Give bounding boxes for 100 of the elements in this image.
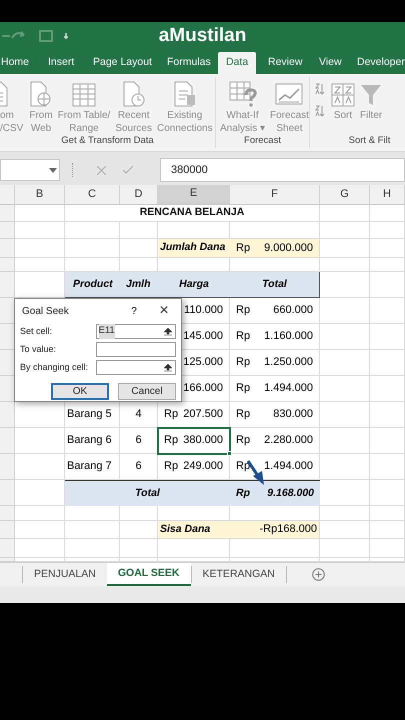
column-header[interactable]: B <box>15 185 65 204</box>
column-header[interactable]: E <box>158 185 230 204</box>
row-header[interactable] <box>0 350 15 376</box>
help-button[interactable]: ? <box>126 304 142 318</box>
collapse-dialog-icon[interactable] <box>163 363 173 372</box>
row-header[interactable] <box>0 428 15 454</box>
ribbon-tab[interactable]: Developer <box>349 52 405 74</box>
empty-cell <box>320 539 370 558</box>
empty-cell <box>320 506 370 521</box>
formula-input[interactable]: 380000 <box>160 158 405 182</box>
row-header[interactable] <box>0 402 15 428</box>
table-cell-text: -Rp168.000 <box>260 522 317 538</box>
table-cell-text: Barang 6 <box>67 433 112 448</box>
table-cell-text: 1.494.000 <box>264 381 313 396</box>
empty-cell <box>65 506 120 521</box>
empty-cell <box>370 298 405 324</box>
ribbon-tab[interactable]: Page Layout <box>85 52 160 74</box>
cancel-icon[interactable] <box>97 166 106 174</box>
ribbon-tab[interactable]: Insert <box>40 52 82 74</box>
column-header[interactable]: G <box>320 185 370 204</box>
dropdown-icon[interactable] <box>49 168 57 172</box>
row-header[interactable] <box>0 376 15 402</box>
column-heading: Harga <box>179 276 209 292</box>
row-header[interactable] <box>0 258 15 272</box>
empty-cell <box>370 205 405 222</box>
table-icon <box>72 83 96 107</box>
document-globe-icon <box>30 81 52 107</box>
row-header[interactable] <box>0 506 15 521</box>
row-header[interactable] <box>0 558 15 562</box>
dialog-button[interactable]: OK <box>51 383 109 400</box>
table-cell-text: Rp <box>236 303 250 318</box>
row-header[interactable] <box>0 454 15 480</box>
row-header[interactable] <box>0 480 15 506</box>
ribbon-tab[interactable]: Review <box>260 52 310 74</box>
button-label: Existing Connections <box>157 109 213 135</box>
sort-ascending-icon[interactable] <box>315 83 325 95</box>
button-label: From Web <box>29 109 53 135</box>
table-cell-text: Sisa Dana <box>160 522 210 537</box>
empty-cell <box>370 480 405 506</box>
column-header[interactable]: H <box>370 185 405 204</box>
table-cell-text: 660.000 <box>273 303 313 318</box>
ribbon-tab[interactable]: Formulas <box>159 52 219 74</box>
sheet-tab[interactable]: KETERANGAN <box>190 566 286 583</box>
sheet-title: RENCANA BELANJA <box>140 205 244 220</box>
group-label: Get & Transform Data <box>60 135 155 148</box>
ribbon-tab[interactable]: View <box>311 52 350 74</box>
empty-cell <box>370 454 405 480</box>
table-cell-text: 1.494.000 <box>264 459 313 474</box>
table-cell-text: Rp <box>236 407 250 422</box>
empty-cell <box>120 506 158 521</box>
table-cell-text: 2.280.000 <box>264 433 313 448</box>
table-cell-text: Jumlah Dana <box>160 240 226 256</box>
table-cell-text: 9.000.000 <box>264 240 313 256</box>
close-button[interactable]: × <box>156 303 172 319</box>
row-header[interactable] <box>0 239 15 258</box>
empty-cell <box>65 539 120 558</box>
row-header[interactable] <box>0 298 15 324</box>
button-label: Recent Sources <box>115 109 152 135</box>
collapse-dialog-icon[interactable] <box>163 327 173 336</box>
input-field[interactable] <box>96 360 176 375</box>
row-header[interactable] <box>0 539 15 558</box>
dialog-button[interactable]: Cancel <box>118 383 176 400</box>
enter-icon[interactable] <box>123 166 133 174</box>
table-cell-text: Rp <box>236 459 250 474</box>
table-cell-text: 145.000 <box>183 329 223 344</box>
column-header[interactable]: F <box>230 185 320 204</box>
column-heading: Product <box>73 276 113 292</box>
empty-cell <box>370 258 405 272</box>
group-label: Forecast <box>243 135 282 148</box>
button-label: Forecast Sheet <box>270 109 309 135</box>
row-header[interactable] <box>0 324 15 350</box>
empty-cell <box>320 258 370 272</box>
ribbon-tab[interactable]: Data <box>218 52 256 74</box>
row-header[interactable] <box>0 205 15 222</box>
field-label: Set cell: <box>20 324 54 338</box>
column-heading: Total <box>262 276 287 292</box>
price-cell[interactable]: Rp 380.000 <box>158 428 230 454</box>
empty-cell <box>370 402 405 428</box>
empty-cell <box>370 506 405 521</box>
document-clock-icon <box>122 81 145 107</box>
table-cell-text: Rp <box>164 459 178 474</box>
table-cell-text: 9.168.000 <box>267 486 314 501</box>
column-header[interactable]: C <box>65 185 120 204</box>
empty-cell <box>370 239 405 258</box>
empty-cell <box>65 239 120 258</box>
table-cell-text: Rp <box>236 355 250 370</box>
field-label: By changing cell: <box>20 360 90 374</box>
fill-handle[interactable] <box>227 451 232 456</box>
sort-descending-icon[interactable] <box>315 105 325 117</box>
row-header[interactable] <box>0 222 15 239</box>
ribbon-tab[interactable]: Home <box>0 52 38 74</box>
row-header[interactable] <box>0 272 15 298</box>
button-label: What-If Analysis ▾ <box>220 109 266 135</box>
sheet-tab[interactable]: GOAL SEEK <box>106 563 191 586</box>
dialog-title: Goal Seek <box>22 304 70 318</box>
table-cell-text: 249.000 <box>183 459 223 474</box>
row-header[interactable] <box>0 521 15 539</box>
add-sheet-icon[interactable] <box>312 568 325 581</box>
input-field[interactable]: E11 <box>96 324 176 339</box>
input-field[interactable] <box>96 342 176 357</box>
